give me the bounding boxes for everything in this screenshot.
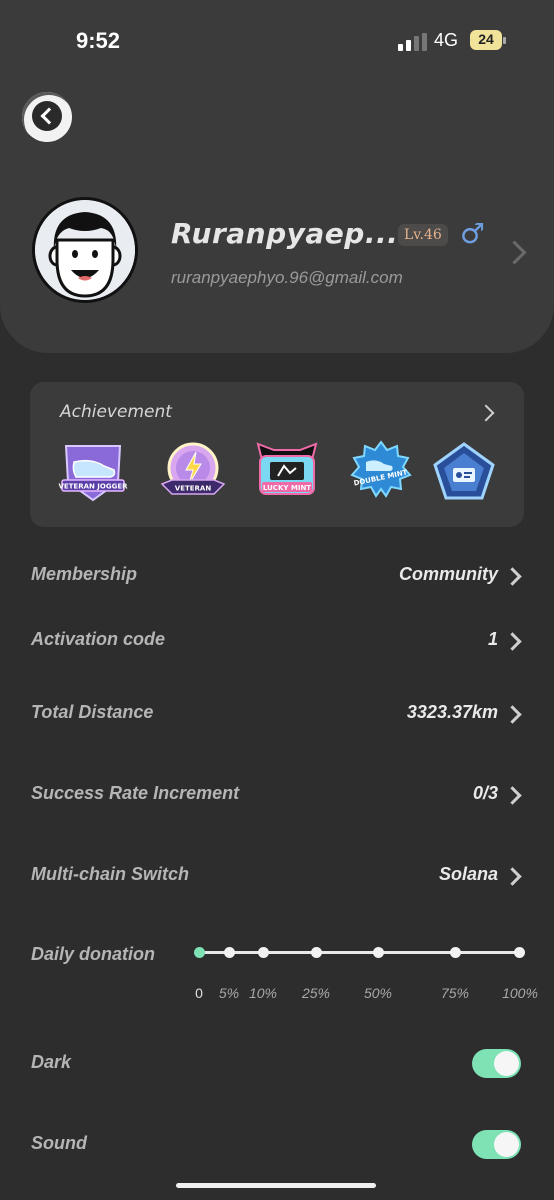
success-rate-row[interactable]: Success Rate Increment 0/3 [0, 775, 554, 815]
dark-mode-row: Dark [0, 1044, 554, 1084]
male-gender-icon: ♂ [460, 217, 486, 250]
dark-mode-toggle[interactable] [472, 1049, 521, 1078]
avatar[interactable] [32, 197, 138, 303]
donation-tick-label: 0 [195, 985, 203, 1001]
donation-stop[interactable] [258, 947, 269, 958]
back-button[interactable] [22, 92, 72, 142]
user-email: ruranpyaephyo.96@gmail.com [171, 268, 403, 287]
sound-row: Sound [0, 1125, 554, 1165]
battery-level: 24 [478, 31, 494, 47]
donation-tick-label: 100% [502, 985, 538, 1001]
battery-icon: 24 [470, 30, 506, 50]
sound-label: Sound [31, 1133, 87, 1153]
home-indicator[interactable] [176, 1183, 376, 1188]
sound-toggle[interactable] [472, 1130, 521, 1159]
achievement-chevron-icon[interactable] [477, 404, 495, 422]
status-bar: 9:52 4G 24 [0, 0, 554, 80]
donation-slider-thumb[interactable] [194, 947, 205, 958]
chevron-right-icon [503, 705, 522, 724]
total-distance-value: 3323.37km [406, 702, 498, 722]
donation-stop[interactable] [514, 947, 525, 958]
multichain-switch-row[interactable]: Multi-chain Switch Solana [0, 856, 554, 896]
total-distance-row[interactable]: Total Distance 3323.37km [0, 694, 554, 734]
user-name: Ruranpyaep... [171, 217, 399, 250]
activation-code-label: Activation code [31, 629, 166, 649]
lightning-badge-icon[interactable]: VETERAN [158, 440, 228, 506]
donation-stop[interactable] [224, 947, 235, 958]
donation-stop[interactable] [450, 947, 461, 958]
total-distance-label: Total Distance [31, 702, 154, 722]
chevron-right-icon [503, 786, 522, 805]
activation-code-row[interactable]: Activation code 1 [0, 621, 554, 661]
donation-tick-label: 10% [248, 985, 278, 1001]
dark-mode-label: Dark [31, 1052, 72, 1072]
signal-icon [398, 33, 427, 51]
donation-tick-label: 50% [363, 985, 393, 1001]
multichain-switch-label: Multi-chain Switch [31, 864, 190, 884]
multichain-switch-value: Solana [438, 864, 498, 884]
cartoon-face-icon [35, 200, 135, 300]
level-badge: Lv.46 [398, 224, 448, 246]
donation-tick-label: 25% [301, 985, 331, 1001]
donation-stop[interactable] [373, 947, 384, 958]
daily-donation-label: Daily donation [31, 944, 156, 964]
donation-tick-label: 5% [218, 985, 240, 1001]
back-arrow-icon [32, 101, 62, 131]
membership-value: Community [399, 564, 498, 584]
chevron-right-icon [503, 867, 522, 886]
achievement-card[interactable]: Achievement VETERAN JOGGER VETERAN LUCKY… [30, 382, 524, 527]
badge-label: LUCKY MINT [263, 484, 311, 492]
donation-tick-label: 75% [440, 985, 470, 1001]
network-type: 4G [434, 30, 459, 50]
membership-row[interactable]: Membership Community [0, 556, 554, 596]
shoe-badge-icon[interactable]: VETERAN JOGGER [58, 440, 128, 506]
shoes-badge-icon[interactable]: DOUBLE MINT [346, 440, 416, 506]
chevron-right-icon [503, 567, 522, 586]
achievement-title: Achievement [60, 402, 172, 422]
badge-label: VETERAN [175, 485, 212, 493]
donation-stop[interactable] [311, 947, 322, 958]
pentagon-badge-icon[interactable] [429, 440, 499, 506]
ticket-badge-icon[interactable]: LUCKY MINT [252, 440, 322, 506]
chevron-right-icon [503, 632, 522, 651]
success-rate-label: Success Rate Increment [31, 783, 240, 803]
success-rate-value: 0/3 [472, 783, 498, 803]
badge-label: VETERAN JOGGER [58, 483, 128, 491]
donation-slider-track[interactable] [199, 951, 519, 954]
daily-donation-row: Daily donation [0, 936, 554, 976]
membership-label: Membership [31, 564, 138, 584]
status-time: 9:52 [76, 28, 121, 53]
activation-code-value: 1 [487, 629, 498, 649]
